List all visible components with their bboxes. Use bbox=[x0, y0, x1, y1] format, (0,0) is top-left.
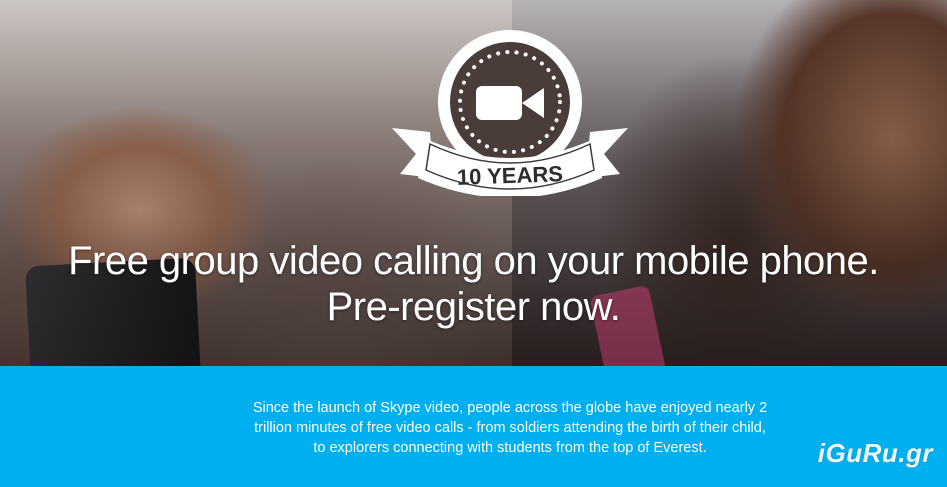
badge-label: 10 YEARS bbox=[457, 161, 564, 190]
hero-banner: 10 YEARS Free group video calling on you… bbox=[0, 0, 947, 366]
hero-headline: Free group video calling on your mobile … bbox=[0, 238, 947, 330]
headline-line-1: Free group video calling on your mobile … bbox=[68, 239, 879, 283]
info-band: Since the launch of Skype video, people … bbox=[0, 366, 947, 487]
anniversary-badge: 10 YEARS bbox=[392, 30, 628, 196]
info-paragraph: Since the launch of Skype video, people … bbox=[252, 400, 768, 456]
watermark-logo: iGuRu.gr bbox=[817, 438, 933, 468]
headline-line-2: Pre-register now. bbox=[326, 285, 621, 329]
